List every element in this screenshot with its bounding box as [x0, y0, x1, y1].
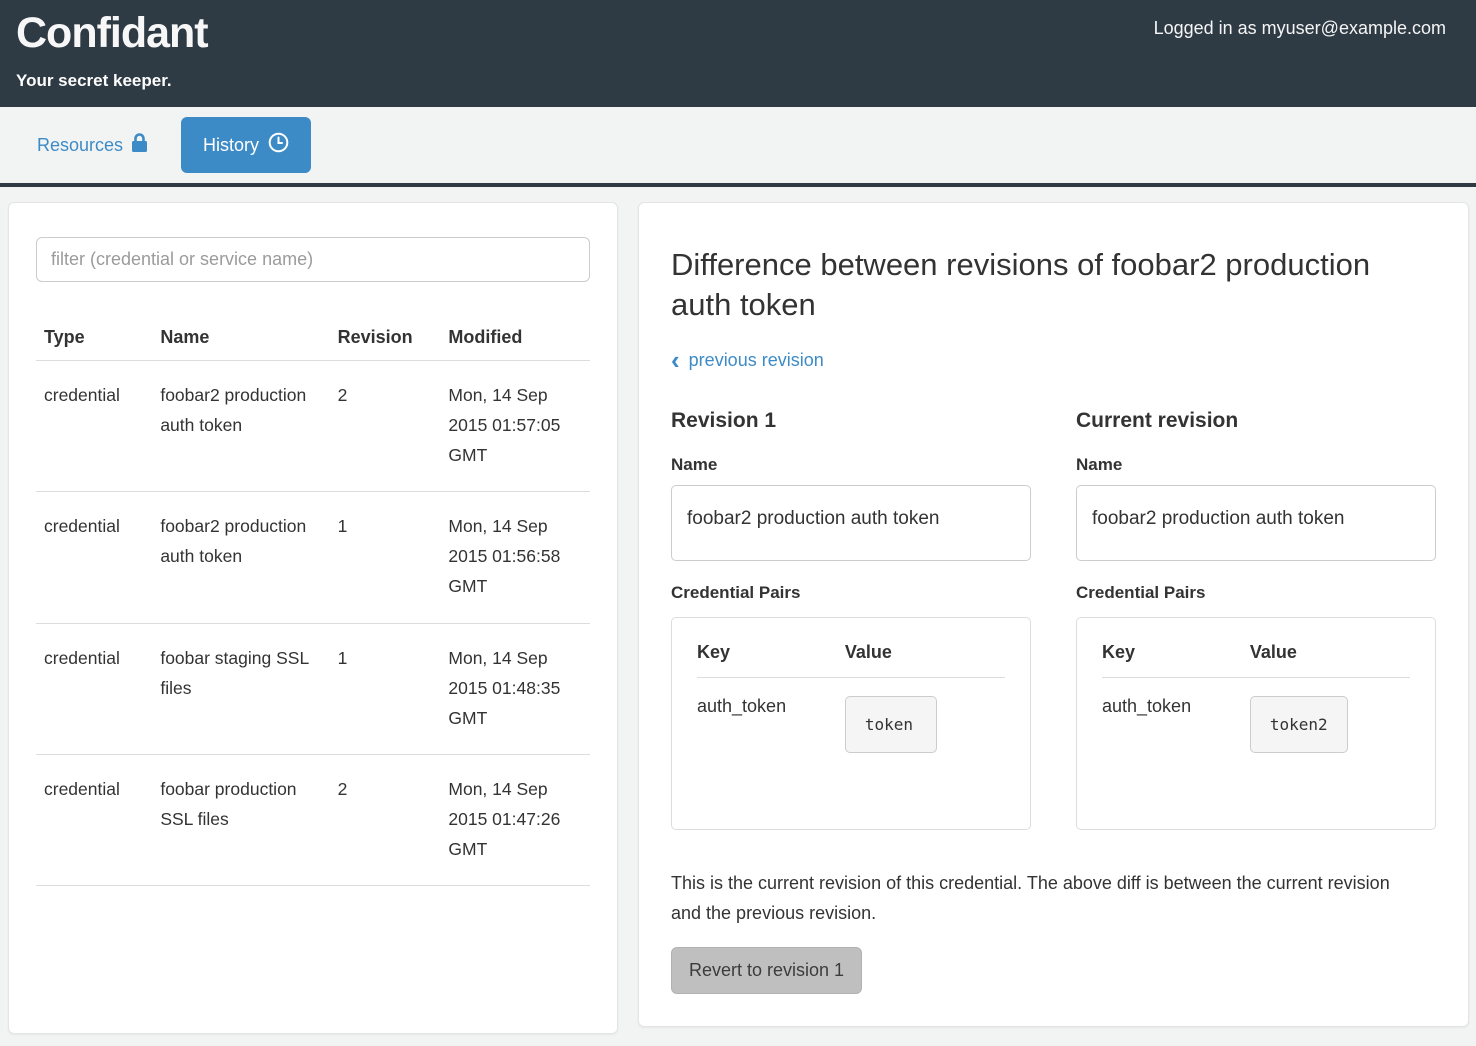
cell-modified: Mon, 14 Sep 2015 01:56:58 GMT: [440, 492, 590, 623]
pair-key: auth_token: [697, 677, 845, 753]
pairs-value-header: Value: [1250, 636, 1410, 678]
app-brand: Confidant: [16, 6, 208, 62]
pair-value: token: [845, 696, 937, 753]
diff-column-revision-1: Revision 1 Name foobar2 production auth …: [671, 409, 1031, 830]
cell-type: credential: [36, 623, 152, 754]
name-label: Name: [1076, 455, 1436, 475]
app-header: Confidant Your secret keeper. Logged in …: [0, 0, 1476, 107]
nav-tabs: Resources History: [0, 107, 1476, 187]
cell-type: credential: [36, 361, 152, 492]
history-list-panel: Type Name Revision Modified credential f…: [8, 202, 618, 1034]
pair-key: auth_token: [1102, 677, 1250, 753]
name-label: Name: [671, 455, 1031, 475]
cell-modified: Mon, 14 Sep 2015 01:57:05 GMT: [440, 361, 590, 492]
column-header-modified: Modified: [440, 319, 590, 361]
pairs-header-row: Key Value: [1102, 636, 1410, 678]
name-value-box: foobar2 production auth token: [671, 485, 1031, 561]
column-header-name: Name: [152, 319, 329, 361]
credential-pairs-table: Key Value auth_token token: [697, 636, 1005, 753]
clock-icon: [268, 132, 289, 158]
pairs-value-header: Value: [845, 636, 1005, 678]
column-header-revision: Revision: [330, 319, 441, 361]
table-row[interactable]: credential foobar2 production auth token…: [36, 492, 590, 623]
tab-resources[interactable]: Resources: [37, 133, 149, 158]
revision-heading: Current revision: [1076, 409, 1436, 433]
history-table-header-row: Type Name Revision Modified: [36, 319, 590, 361]
diff-columns: Revision 1 Name foobar2 production auth …: [671, 409, 1436, 830]
credential-pairs-label: Credential Pairs: [671, 583, 1031, 603]
credential-pairs-label: Credential Pairs: [1076, 583, 1436, 603]
revision-diff-panel: Difference between revisions of foobar2 …: [638, 202, 1469, 1027]
name-value-box: foobar2 production auth token: [1076, 485, 1436, 561]
previous-revision-link[interactable]: ‹ previous revision: [671, 348, 824, 374]
pair-value: token2: [1250, 696, 1348, 753]
cell-modified: Mon, 14 Sep 2015 01:47:26 GMT: [440, 754, 590, 885]
cell-name: foobar2 production auth token: [152, 492, 329, 623]
current-revision-note: This is the current revision of this cre…: [671, 868, 1411, 928]
main-content: Type Name Revision Modified credential f…: [0, 187, 1476, 1034]
cell-revision: 1: [330, 492, 441, 623]
cell-name: foobar production SSL files: [152, 754, 329, 885]
tab-resources-label: Resources: [37, 135, 123, 156]
tab-history-label: History: [203, 135, 259, 156]
cell-name: foobar staging SSL files: [152, 623, 329, 754]
pairs-key-header: Key: [1102, 636, 1250, 678]
table-row[interactable]: credential foobar staging SSL files 1 Mo…: [36, 623, 590, 754]
pair-row: auth_token token2: [1102, 677, 1410, 753]
table-row[interactable]: credential foobar2 production auth token…: [36, 361, 590, 492]
lock-icon: [130, 133, 149, 158]
logged-in-status: Logged in as myuser@example.com: [1154, 18, 1446, 107]
cell-revision: 1: [330, 623, 441, 754]
cell-type: credential: [36, 754, 152, 885]
cell-type: credential: [36, 492, 152, 623]
pairs-key-header: Key: [697, 636, 845, 678]
column-header-type: Type: [36, 319, 152, 361]
credential-pairs-box: Key Value auth_token token: [671, 617, 1031, 830]
app-tagline: Your secret keeper.: [16, 71, 208, 91]
filter-input[interactable]: [36, 237, 590, 282]
previous-revision-label: previous revision: [689, 350, 824, 371]
table-row[interactable]: credential foobar production SSL files 2…: [36, 754, 590, 885]
pairs-header-row: Key Value: [697, 636, 1005, 678]
cell-modified: Mon, 14 Sep 2015 01:48:35 GMT: [440, 623, 590, 754]
cell-name: foobar2 production auth token: [152, 361, 329, 492]
cell-revision: 2: [330, 754, 441, 885]
revert-button[interactable]: Revert to revision 1: [671, 947, 862, 994]
credential-pairs-box: Key Value auth_token token2: [1076, 617, 1436, 830]
revision-heading: Revision 1: [671, 409, 1031, 433]
pair-row: auth_token token: [697, 677, 1005, 753]
credential-pairs-table: Key Value auth_token token2: [1102, 636, 1410, 753]
history-table: Type Name Revision Modified credential f…: [36, 319, 590, 886]
tab-history[interactable]: History: [181, 117, 311, 173]
cell-revision: 2: [330, 361, 441, 492]
page-title: Difference between revisions of foobar2 …: [671, 245, 1371, 326]
chevron-left-icon: ‹: [671, 347, 680, 373]
diff-column-current: Current revision Name foobar2 production…: [1076, 409, 1436, 830]
